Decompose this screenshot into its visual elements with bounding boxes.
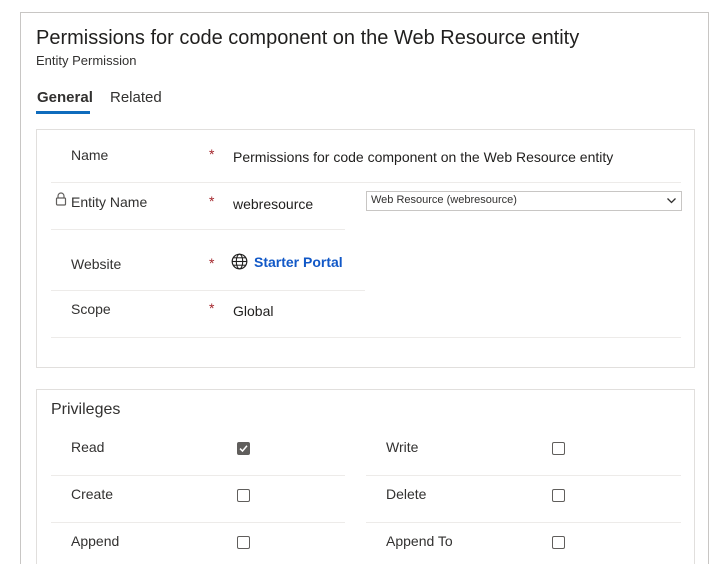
entity-name-select-value: Web Resource (webresource)	[371, 194, 517, 206]
page-title: Permissions for code component on the We…	[36, 27, 580, 49]
row-divider	[51, 182, 681, 183]
tab-general[interactable]: General	[37, 89, 93, 106]
privilege-read-label: Read	[71, 439, 105, 455]
form-window: Permissions for code component on the We…	[20, 12, 709, 564]
entity-name-label: Entity Name	[71, 194, 148, 210]
privilege-append-to-checkbox[interactable]	[552, 536, 565, 549]
privileges-title: Privileges	[51, 401, 121, 418]
row-divider	[366, 475, 681, 476]
scope-field[interactable]: Global	[233, 303, 273, 319]
row-divider	[366, 522, 681, 523]
checkmark-icon	[239, 445, 248, 453]
entity-name-required-marker: *	[209, 193, 215, 209]
privilege-create-checkbox[interactable]	[237, 489, 250, 502]
website-link[interactable]: Starter Portal	[254, 254, 343, 270]
tab-related[interactable]: Related	[110, 89, 162, 106]
privilege-append-label: Append	[71, 533, 120, 549]
privilege-write-checkbox[interactable]	[552, 442, 565, 455]
privilege-delete-checkbox[interactable]	[552, 489, 565, 502]
privilege-append-to-label: Append To	[386, 533, 453, 549]
name-label: Name	[71, 147, 109, 163]
chevron-down-icon	[667, 198, 676, 204]
name-required-marker: *	[209, 146, 215, 162]
tab-selected-indicator	[36, 111, 90, 114]
scope-label: Scope	[71, 301, 111, 317]
privileges-section: Privileges Read Write Create Delete Appe…	[36, 389, 695, 564]
page-subtitle: Entity Permission	[36, 53, 137, 68]
lock-icon	[55, 192, 67, 206]
row-divider	[51, 337, 681, 338]
website-label: Website	[71, 256, 122, 272]
globe-icon	[231, 253, 248, 270]
row-divider	[51, 290, 365, 291]
row-divider	[51, 229, 345, 230]
row-divider	[51, 522, 345, 523]
general-section: Name * Permissions for code component on…	[36, 129, 695, 368]
privilege-read-checkbox[interactable]	[237, 442, 250, 455]
entity-name-select[interactable]: Web Resource (webresource)	[366, 191, 682, 211]
website-required-marker: *	[209, 255, 215, 271]
row-divider	[51, 475, 345, 476]
entity-name-field[interactable]: webresource	[233, 196, 313, 212]
name-field[interactable]: Permissions for code component on the We…	[233, 149, 613, 165]
privilege-append-checkbox[interactable]	[237, 536, 250, 549]
privilege-delete-label: Delete	[386, 486, 427, 502]
privilege-write-label: Write	[386, 439, 419, 455]
scope-required-marker: *	[209, 300, 215, 316]
privilege-create-label: Create	[71, 486, 114, 502]
